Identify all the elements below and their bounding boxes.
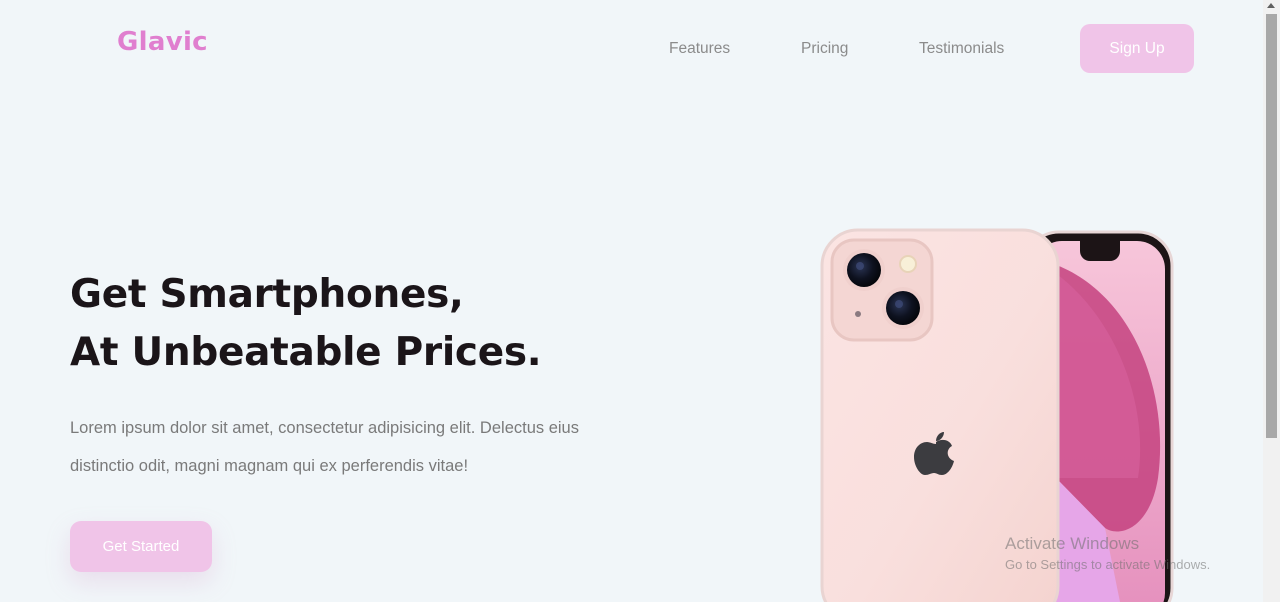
hero-headline-line2: At Unbeatable Prices. bbox=[70, 330, 542, 375]
nav-features[interactable]: Features bbox=[669, 40, 730, 58]
signup-button[interactable]: Sign Up bbox=[1080, 24, 1194, 73]
scroll-up-arrow-icon[interactable] bbox=[1267, 3, 1275, 8]
windows-activation-watermark: Activate Windows Go to Settings to activ… bbox=[1005, 533, 1210, 575]
get-started-button[interactable]: Get Started bbox=[70, 521, 212, 572]
brand-logo[interactable]: Glavic bbox=[117, 27, 208, 57]
watermark-subtitle: Go to Settings to activate Windows. bbox=[1005, 557, 1211, 572]
nav-pricing[interactable]: Pricing bbox=[801, 40, 848, 58]
scrollbar-thumb[interactable] bbox=[1266, 14, 1277, 438]
hero-description: Lorem ipsum dolor sit amet, consectetur … bbox=[70, 419, 579, 475]
hero-headline-line1: Get Smartphones, bbox=[70, 272, 464, 317]
nav-testimonials[interactable]: Testimonials bbox=[919, 40, 1004, 58]
watermark-title: Activate Windows bbox=[1005, 534, 1140, 553]
hero-headline: Get Smartphones, At Unbeatable Prices. bbox=[70, 266, 542, 382]
vertical-scrollbar[interactable] bbox=[1263, 0, 1280, 602]
